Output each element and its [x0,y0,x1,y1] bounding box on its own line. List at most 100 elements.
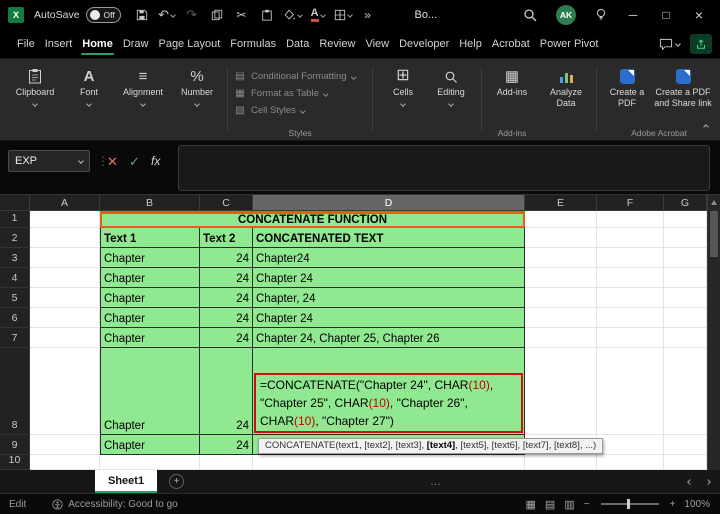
cell-F4[interactable] [597,268,664,288]
cell-E5[interactable] [525,288,597,308]
cell-E10[interactable] [525,455,597,470]
undo-button[interactable]: ↶ [158,4,176,26]
scroll-tabs-right-icon[interactable] [705,478,711,485]
tab-developer[interactable]: Developer [394,32,454,57]
zoom-level[interactable]: 100% [684,499,710,510]
font-color-button[interactable]: A [309,4,327,26]
add-sheet-button[interactable]: + [169,474,185,489]
cell-F6[interactable] [597,308,664,328]
cell-A3[interactable] [30,248,100,268]
col-header-G[interactable]: G [664,195,707,211]
tab-power-pivot[interactable]: Power Pivot [535,32,604,57]
cell-C2[interactable]: Text 2 [200,228,253,248]
redo-button[interactable]: ↷ [183,4,201,26]
cell-E4[interactable] [525,268,597,288]
row-header-10[interactable]: 10 [0,454,30,470]
cell-C3[interactable]: 24 [200,248,253,268]
cell-B8[interactable]: Chapter [100,348,200,435]
share-button[interactable] [690,34,712,54]
cancel-button[interactable]: ✕ [107,154,118,170]
cell-D8[interactable]: =CONCATENATE("Chapter 24", CHAR(10), "Ch… [253,348,525,435]
cell-C9[interactable]: 24 [200,435,253,455]
zoom-in-button[interactable]: + [670,499,676,510]
insert-function-button[interactable]: fx [151,154,160,168]
sheet-tab-sheet1[interactable]: Sheet1 [95,470,158,493]
save-button[interactable] [133,4,151,26]
cell-B5[interactable]: Chapter [100,288,200,308]
cell-D6[interactable]: Chapter 24 [253,308,525,328]
row-header-4[interactable]: 4 [0,268,30,288]
acrobat-group-label[interactable]: Adobe Acrobat [600,128,718,138]
cell-B10[interactable] [100,455,200,470]
zoom-slider-handle[interactable] [626,499,630,509]
addins-group-label[interactable]: Add-ins [485,128,539,138]
alignment-button[interactable]: ≡ Alignment [119,63,167,107]
editing-button[interactable]: Editing [427,63,475,107]
tab-acrobat[interactable]: Acrobat [487,32,535,57]
conditional-formatting-button[interactable]: ▤ Conditional Formatting [234,71,366,82]
cell-D2[interactable]: CONCATENATED TEXT [253,228,525,248]
row-header-9[interactable]: 9 [0,435,30,455]
page-break-view-icon[interactable]: ▥ [564,498,574,511]
number-button[interactable]: % Number [173,63,221,107]
cell-E3[interactable] [525,248,597,268]
cut-button[interactable]: ✂ [233,4,251,26]
tab-help[interactable]: Help [454,32,487,57]
minimize-button[interactable]: ─ [626,8,640,22]
tab-insert[interactable]: Insert [40,32,78,57]
cell-B6[interactable]: Chapter [100,308,200,328]
row-header-6[interactable]: 6 [0,308,30,328]
cell-A4[interactable] [30,268,100,288]
close-button[interactable]: × [692,7,706,23]
font-button[interactable]: A Font [65,63,113,107]
document-title[interactable]: Bo... [415,9,438,21]
enter-button[interactable]: ✓ [129,154,140,170]
cell-F10[interactable] [597,455,664,470]
cell-A6[interactable] [30,308,100,328]
scroll-up-icon[interactable] [711,200,717,205]
cell-A2[interactable] [30,228,100,248]
format-as-table-button[interactable]: ▦ Format as Table [234,88,366,99]
cell-F2[interactable] [597,228,664,248]
cell-E6[interactable] [525,308,597,328]
addins-button[interactable]: ▦ Add-ins [488,63,536,98]
collapse-ribbon-button[interactable] [703,116,709,134]
autosave-toggle[interactable]: Off [85,7,121,23]
col-header-D[interactable]: D [253,195,525,211]
normal-view-icon[interactable]: ▦ [526,498,536,511]
cell-G8[interactable] [664,348,707,435]
cell-E1[interactable] [525,211,597,228]
select-all-corner[interactable] [0,195,30,211]
cell-G6[interactable] [664,308,707,328]
tab-file[interactable]: File [12,32,40,57]
analyze-data-button[interactable]: Analyze Data [542,63,590,109]
formula-input[interactable]: =CONCATENATE("Chapter 24", CHAR(10), "Ch… [178,145,710,191]
cell-A8[interactable] [30,348,100,435]
cell-A5[interactable] [30,288,100,308]
tab-review[interactable]: Review [314,32,360,57]
cell-C4[interactable]: 24 [200,268,253,288]
zoom-out-button[interactable]: − [584,499,590,510]
cell-C10[interactable] [200,455,253,470]
cell-E8[interactable] [525,348,597,435]
cell-A10[interactable] [30,455,100,470]
tab-view[interactable]: View [360,32,394,57]
row-header-1[interactable]: 1 [0,211,30,228]
cell-styles-button[interactable]: ▧ Cell Styles [234,105,366,116]
row-header-5[interactable]: 5 [0,288,30,308]
cell-C6[interactable]: 24 [200,308,253,328]
cell-F5[interactable] [597,288,664,308]
cell-D10[interactable] [253,455,525,470]
cell-F8[interactable] [597,348,664,435]
cell-G3[interactable] [664,248,707,268]
scrollbar-thumb[interactable] [710,211,718,257]
autosave-control[interactable]: AutoSave Off [34,7,121,23]
cell-G7[interactable] [664,328,707,348]
row-header-2[interactable]: 2 [0,228,30,248]
tab-overflow-icon[interactable]: … [430,476,441,488]
row-header-8[interactable]: 8 [0,348,30,435]
styles-group-label[interactable]: Styles [231,128,369,138]
cell-D4[interactable]: Chapter 24 [253,268,525,288]
cell-B2[interactable]: Text 1 [100,228,200,248]
cell-B4[interactable]: Chapter [100,268,200,288]
